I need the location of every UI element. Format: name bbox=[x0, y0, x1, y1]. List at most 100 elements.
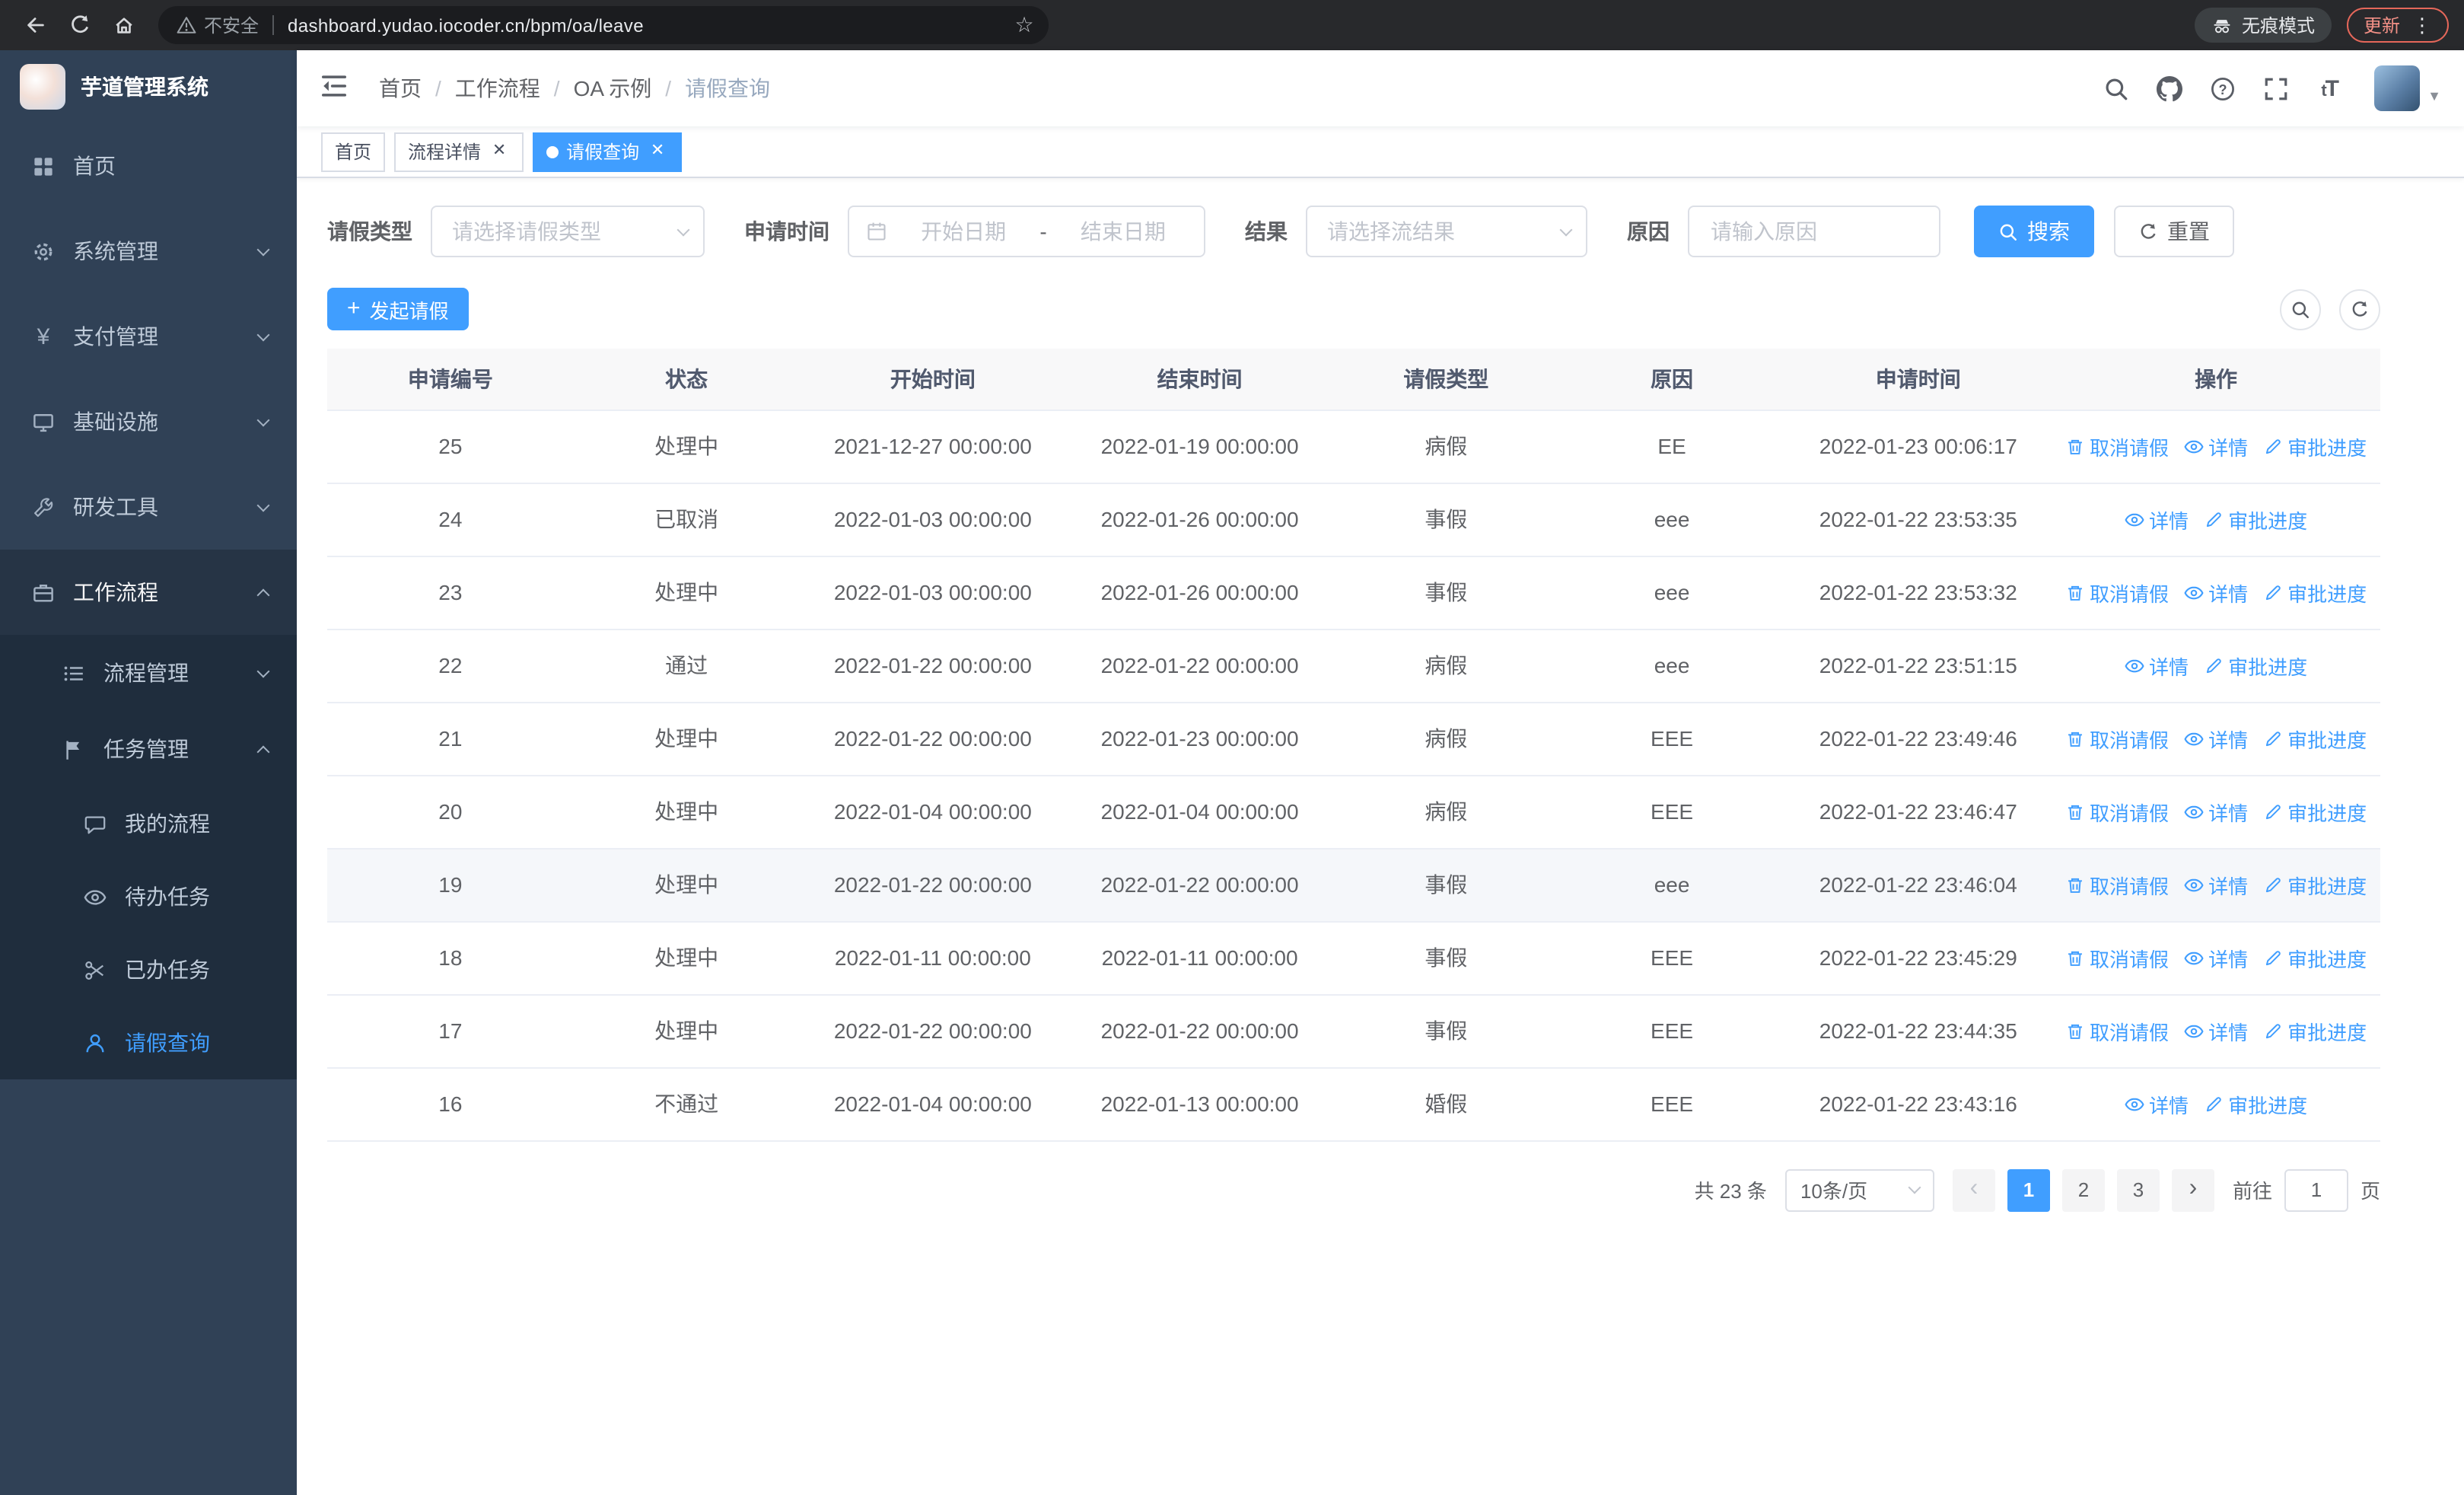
url-text: dashboard.yudao.iocoder.cn/bpm/oa/leave bbox=[288, 14, 644, 36]
sidebar-item-infrastructure[interactable]: 基础设施 bbox=[0, 379, 297, 464]
sidebar-item-system-mgmt[interactable]: 系统管理 bbox=[0, 209, 297, 294]
cell-type: 病假 bbox=[1332, 410, 1559, 483]
user-icon bbox=[82, 1031, 108, 1055]
audit-progress-link[interactable]: 审批进度 bbox=[2263, 724, 2367, 753]
cancel-leave-link[interactable]: 取消请假 bbox=[2065, 724, 2169, 753]
tab-leave-query[interactable]: 请假查询 ✕ bbox=[533, 132, 683, 171]
sidebar-item-home[interactable]: 首页 bbox=[0, 123, 297, 209]
audit-progress-link[interactable]: 审批进度 bbox=[2263, 943, 2367, 972]
prev-page-button[interactable]: ‹ bbox=[1952, 1168, 1995, 1211]
sidebar-item-done-tasks[interactable]: 已办任务 bbox=[0, 933, 297, 1006]
cell-end: 2022-01-11 00:00:00 bbox=[1066, 921, 1333, 995]
breadcrumb-oa-example[interactable]: OA 示例 bbox=[574, 73, 652, 104]
audit-progress-link[interactable]: 审批进度 bbox=[2204, 505, 2307, 534]
detail-link[interactable]: 详情 bbox=[2125, 1089, 2189, 1118]
workflow-submenu: 流程管理 任务管理 我的流程 待办任务 已办任务 请假查询 bbox=[0, 635, 297, 1079]
cell-id: 20 bbox=[327, 775, 574, 849]
sidebar-item-task-mgmt[interactable]: 任务管理 bbox=[0, 711, 297, 787]
cancel-leave-link[interactable]: 取消请假 bbox=[2065, 797, 2169, 826]
cell-id: 24 bbox=[327, 483, 574, 556]
leave-type-select[interactable]: 请选择请假类型 bbox=[431, 206, 705, 257]
cancel-leave-link[interactable]: 取消请假 bbox=[2065, 432, 2169, 461]
audit-progress-link[interactable]: 审批进度 bbox=[2263, 1016, 2367, 1045]
page-size-select[interactable]: 10条/页 bbox=[1784, 1168, 1934, 1211]
cell-reason: EEE bbox=[1558, 1067, 1785, 1141]
github-button[interactable] bbox=[2143, 50, 2196, 126]
detail-link[interactable]: 详情 bbox=[2125, 651, 2189, 680]
user-avatar[interactable] bbox=[2374, 65, 2421, 111]
cell-id: 19 bbox=[327, 848, 574, 922]
audit-progress-link[interactable]: 审批进度 bbox=[2263, 432, 2367, 461]
result-select[interactable]: 请选择流结果 bbox=[1306, 206, 1587, 257]
calendar-icon bbox=[866, 221, 887, 242]
audit-progress-link[interactable]: 审批进度 bbox=[2204, 1089, 2307, 1118]
next-page-button[interactable]: › bbox=[2171, 1168, 2214, 1211]
detail-link[interactable]: 详情 bbox=[2125, 505, 2189, 534]
audit-progress-link[interactable]: 审批进度 bbox=[2263, 870, 2367, 899]
breadcrumb-home[interactable]: 首页 bbox=[379, 73, 422, 104]
page-button-3[interactable]: 3 bbox=[2116, 1168, 2160, 1211]
detail-link[interactable]: 详情 bbox=[2184, 943, 2248, 972]
cell-type: 病假 bbox=[1332, 775, 1559, 849]
toggle-search-button[interactable] bbox=[2280, 288, 2321, 330]
refresh-table-button[interactable] bbox=[2339, 288, 2380, 330]
apply-time-range-picker[interactable]: 开始日期 - 结束日期 bbox=[848, 206, 1205, 257]
sidebar-item-my-process[interactable]: 我的流程 bbox=[0, 787, 297, 860]
tab-close-icon[interactable]: ✕ bbox=[647, 141, 668, 162]
bookmark-star-icon[interactable]: ☆ bbox=[1006, 12, 1043, 38]
sidebar-item-process-mgmt[interactable]: 流程管理 bbox=[0, 635, 297, 711]
cancel-leave-link[interactable]: 取消请假 bbox=[2065, 1016, 2169, 1045]
tab-home[interactable]: 首页 bbox=[321, 132, 386, 171]
sidebar-item-payment-mgmt[interactable]: ¥ 支付管理 bbox=[0, 294, 297, 379]
reason-input[interactable] bbox=[1692, 209, 1936, 254]
reload-button[interactable] bbox=[59, 5, 99, 45]
audit-progress-link[interactable]: 审批进度 bbox=[2263, 578, 2367, 607]
cell-reason: EEE bbox=[1558, 775, 1785, 849]
tab-process-detail[interactable]: 流程详情 ✕ bbox=[394, 132, 524, 171]
avatar-caret-icon[interactable]: ▼ bbox=[2427, 88, 2441, 104]
cancel-leave-link[interactable]: 取消请假 bbox=[2065, 578, 2169, 607]
tab-close-icon[interactable]: ✕ bbox=[489, 141, 510, 162]
detail-link[interactable]: 详情 bbox=[2184, 870, 2248, 899]
detail-link[interactable]: 详情 bbox=[2184, 432, 2248, 461]
cell-id: 16 bbox=[327, 1067, 574, 1141]
sidebar-item-dev-tools[interactable]: 研发工具 bbox=[0, 464, 297, 550]
detail-link[interactable]: 详情 bbox=[2184, 578, 2248, 607]
sidebar-collapse-button[interactable] bbox=[320, 72, 353, 105]
home-button[interactable] bbox=[103, 5, 143, 45]
cancel-leave-link[interactable]: 取消请假 bbox=[2065, 870, 2169, 899]
create-leave-button[interactable]: + 发起请假 bbox=[327, 288, 469, 330]
cell-apply_time: 2022-01-23 00:06:17 bbox=[1784, 410, 2052, 483]
cell-type: 事假 bbox=[1332, 483, 1559, 556]
sidebar-item-leave-query[interactable]: 请假查询 bbox=[0, 1006, 297, 1079]
cell-actions: 取消请假 详情 审批进度 bbox=[2052, 556, 2380, 630]
audit-progress-link[interactable]: 审批进度 bbox=[2263, 797, 2367, 826]
detail-link[interactable]: 详情 bbox=[2184, 797, 2248, 826]
browser-menu-icon[interactable]: ⋮ bbox=[2412, 15, 2432, 35]
goto-page-input[interactable] bbox=[2284, 1168, 2348, 1211]
security-warning[interactable]: 不安全 bbox=[177, 12, 259, 38]
table-header-row: 申请编号 状态 开始时间 结束时间 请假类型 原因 申请时间 操作 bbox=[327, 349, 2380, 410]
audit-progress-link[interactable]: 审批进度 bbox=[2204, 651, 2307, 680]
font-size-button[interactable]: tT bbox=[2303, 50, 2356, 126]
header-search-button[interactable] bbox=[2090, 50, 2143, 126]
reset-button[interactable]: 重置 bbox=[2114, 206, 2234, 257]
page-button-1[interactable]: 1 bbox=[2007, 1168, 2050, 1211]
cell-type: 事假 bbox=[1332, 921, 1559, 995]
help-button[interactable] bbox=[2196, 50, 2249, 126]
cell-apply_time: 2022-01-22 23:49:46 bbox=[1784, 702, 2052, 776]
fullscreen-button[interactable] bbox=[2249, 50, 2303, 126]
sidebar-item-todo-tasks[interactable]: 待办任务 bbox=[0, 860, 297, 933]
page-button-2[interactable]: 2 bbox=[2061, 1168, 2105, 1211]
back-button[interactable] bbox=[15, 5, 55, 45]
update-button[interactable]: 更新 ⋮ bbox=[2346, 8, 2449, 43]
cell-reason: eee bbox=[1558, 629, 1785, 703]
cancel-leave-link[interactable]: 取消请假 bbox=[2065, 943, 2169, 972]
detail-link[interactable]: 详情 bbox=[2184, 724, 2248, 753]
app-logo[interactable]: 芋道管理系统 bbox=[0, 50, 297, 123]
sidebar-item-workflow[interactable]: 工作流程 bbox=[0, 550, 297, 635]
breadcrumb-workflow[interactable]: 工作流程 bbox=[455, 73, 540, 104]
address-bar[interactable]: 不安全 dashboard.yudao.iocoder.cn/bpm/oa/le… bbox=[158, 6, 1049, 44]
search-button[interactable]: 搜索 bbox=[1974, 206, 2094, 257]
detail-link[interactable]: 详情 bbox=[2184, 1016, 2248, 1045]
